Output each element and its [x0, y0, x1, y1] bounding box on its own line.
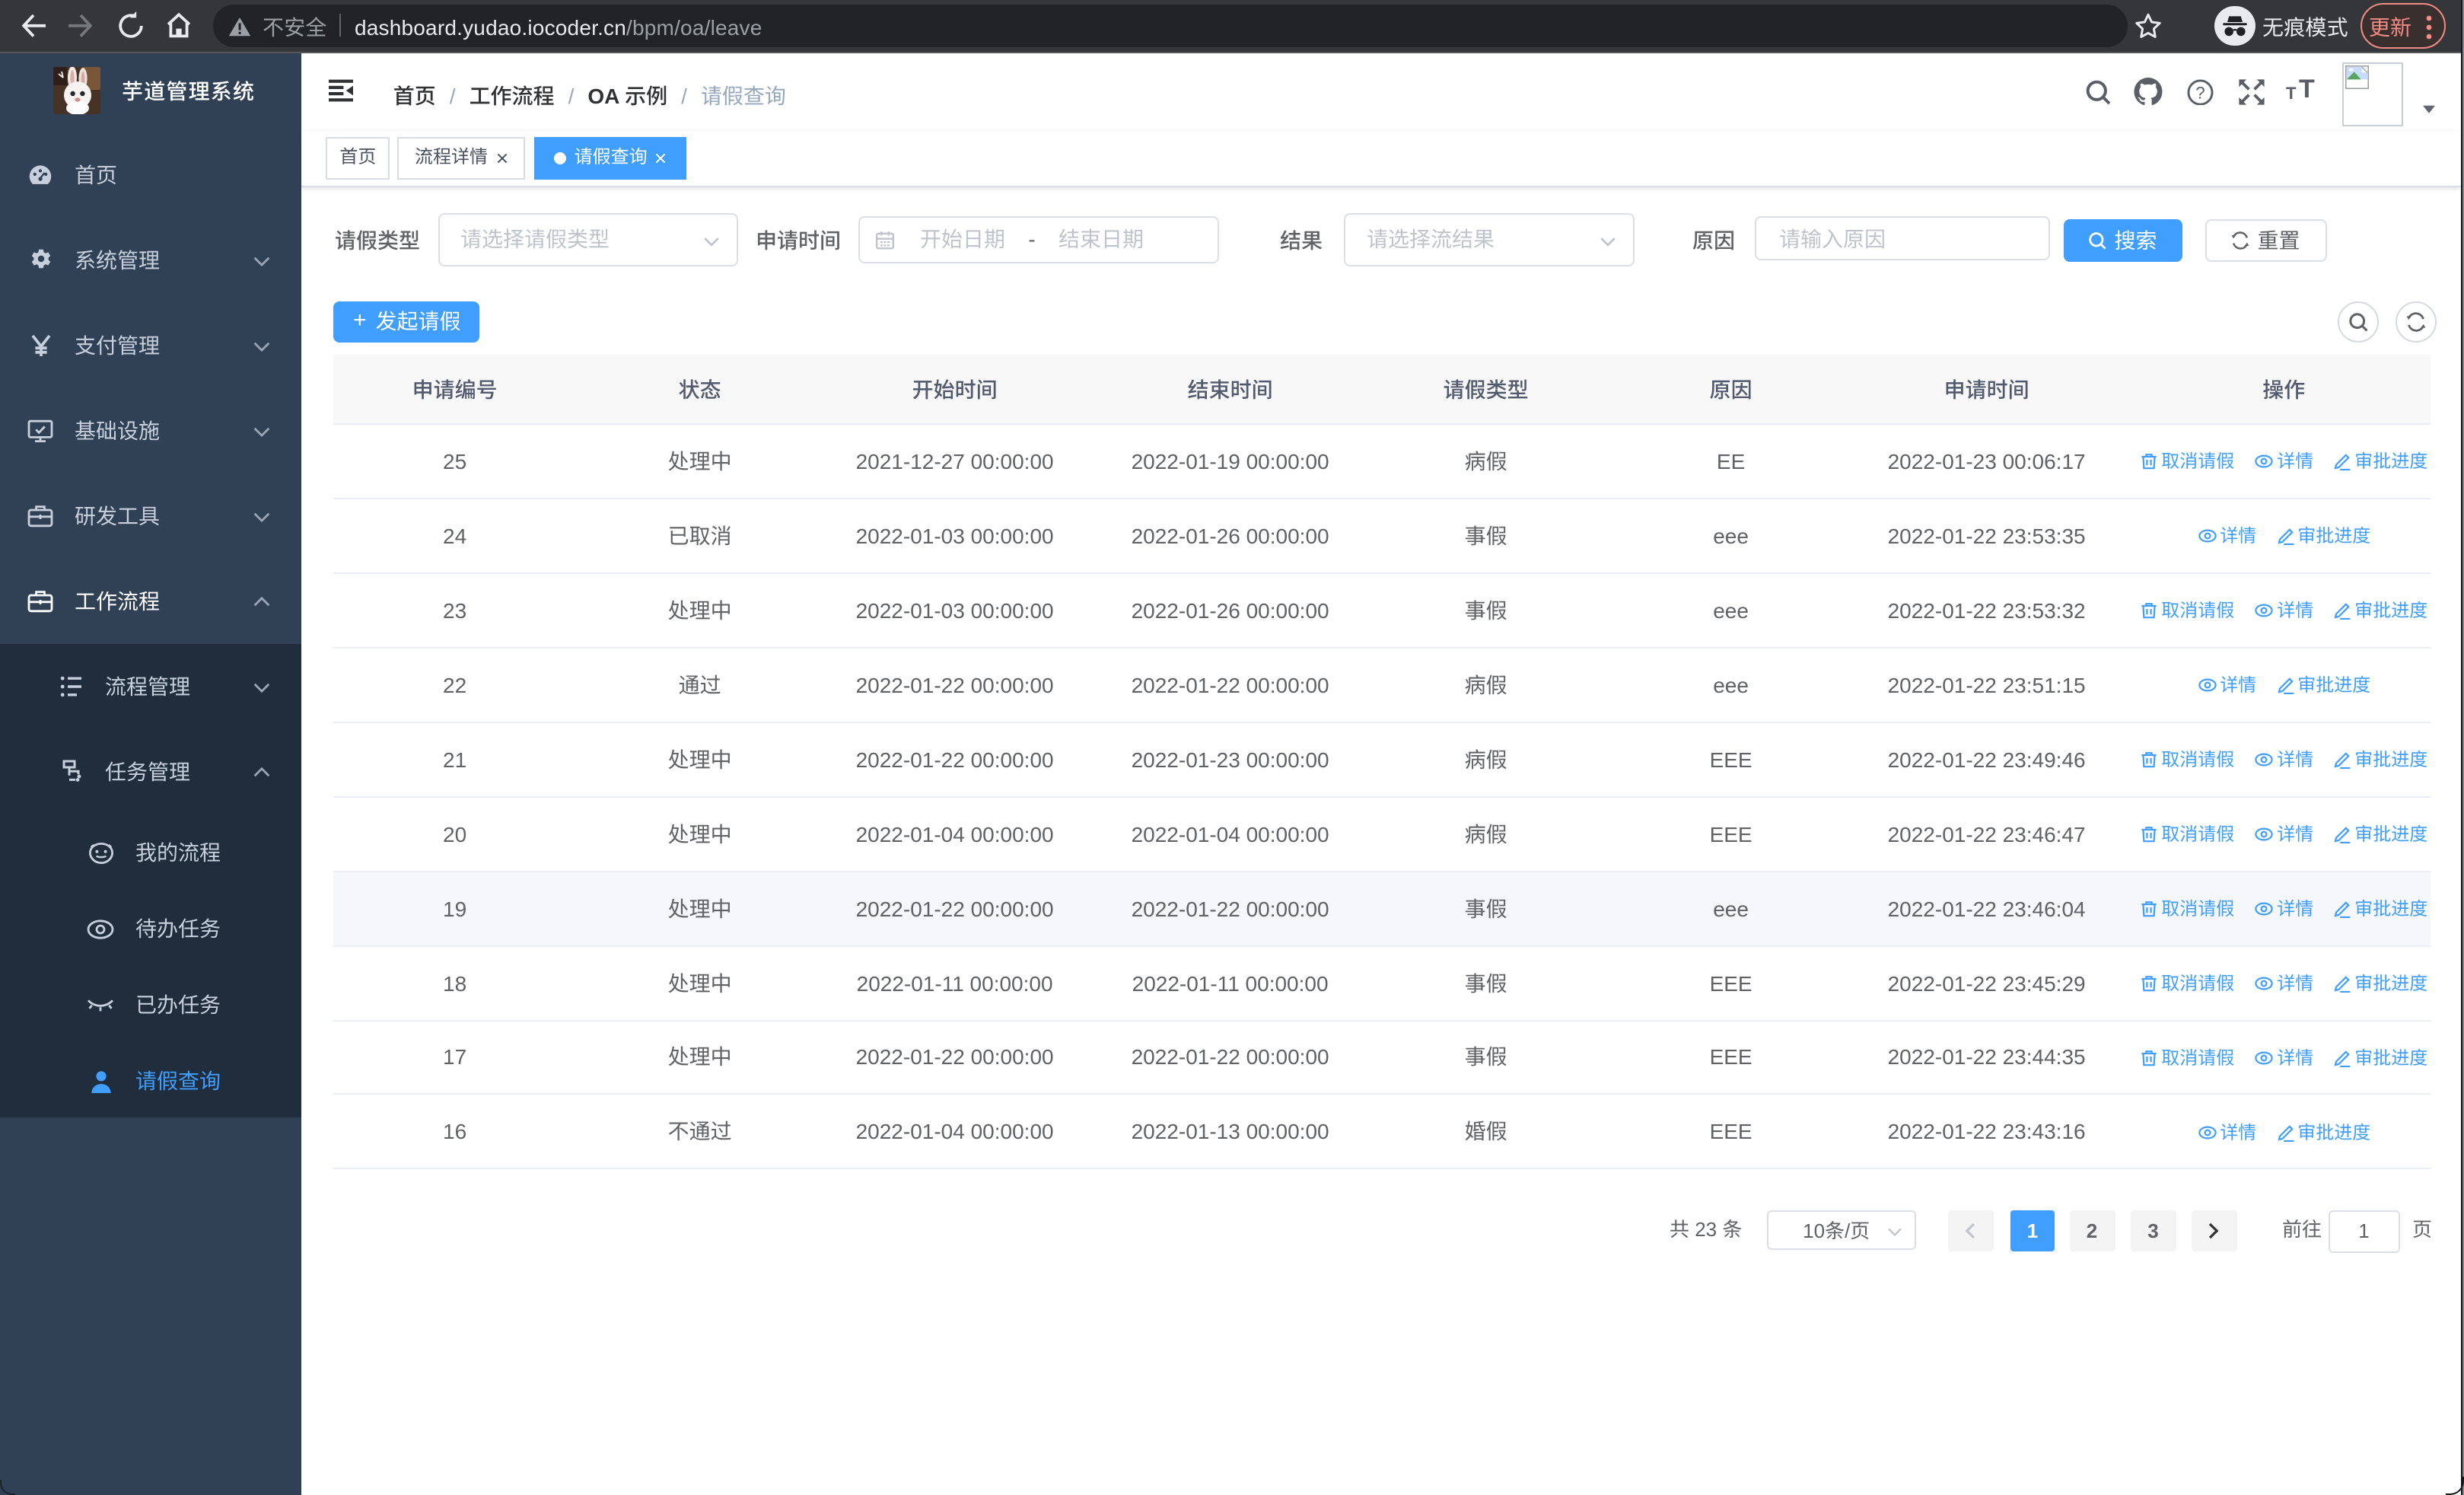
svg-text:?: ? [2195, 83, 2205, 102]
